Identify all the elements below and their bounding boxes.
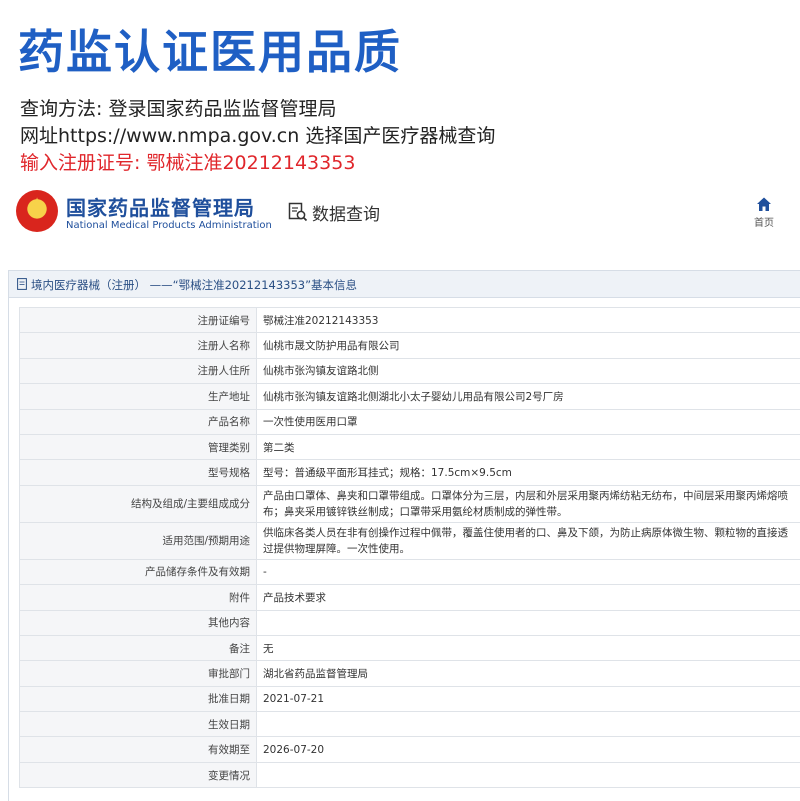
table-row: 产品名称一次性使用医用口罩 xyxy=(20,409,800,434)
table-row: 其他内容 xyxy=(20,610,800,635)
national-emblem-icon xyxy=(16,190,58,232)
field-value: 产品由口罩体、鼻夹和口罩带组成。口罩体分为三层，内层和外层采用聚丙烯纺粘无纺布，… xyxy=(257,485,800,522)
field-label: 生效日期 xyxy=(20,712,257,737)
field-label: 有效期至 xyxy=(20,737,257,762)
field-value xyxy=(257,610,800,635)
table-row: 注册证编号鄂械注准20212143353 xyxy=(20,308,800,333)
table-row: 备注无 xyxy=(20,635,800,660)
table-row: 变更情况 xyxy=(20,762,800,787)
registration-detail-table: 注册证编号鄂械注准20212143353 注册人名称仙桃市晟文防护用品有限公司 … xyxy=(19,307,800,788)
table-row: 注册人住所仙桃市张沟镇友谊路北侧 xyxy=(20,358,800,383)
table-row: 生效日期 xyxy=(20,712,800,737)
field-label: 批准日期 xyxy=(20,686,257,711)
table-row: 适用范围/预期用途供临床各类人员在非有创操作过程中佩带，覆盖住使用者的口、鼻及下… xyxy=(20,522,800,559)
field-value xyxy=(257,762,800,787)
search-document-icon xyxy=(288,202,308,222)
field-label: 备注 xyxy=(20,635,257,660)
data-query-label: 数据查询 xyxy=(312,200,380,225)
field-value: 2021-07-21 xyxy=(257,686,800,711)
agency-name-cn[interactable]: 国家药品监督管理局 xyxy=(66,192,255,221)
field-label: 附件 xyxy=(20,585,257,610)
field-value: - xyxy=(257,559,800,584)
field-value: 第二类 xyxy=(257,434,800,459)
field-value: 无 xyxy=(257,635,800,660)
field-value: 型号：普通级平面形耳挂式；规格：17.5cm×9.5cm xyxy=(257,460,800,485)
section-header: 境内医疗器械（注册） ——“鄂械注准20212143353”基本信息 xyxy=(9,271,800,298)
page-title: 药监认证医用品质 xyxy=(18,22,402,82)
table-row: 结构及组成/主要组成成分产品由口罩体、鼻夹和口罩带组成。口罩体分为三层，内层和外… xyxy=(20,485,800,522)
table-row: 型号规格型号：普通级平面形耳挂式；规格：17.5cm×9.5cm xyxy=(20,460,800,485)
field-label: 型号规格 xyxy=(20,460,257,485)
field-label: 适用范围/预期用途 xyxy=(20,522,257,559)
home-link[interactable]: 首页 xyxy=(744,196,784,229)
table-row: 产品储存条件及有效期- xyxy=(20,559,800,584)
field-label: 其他内容 xyxy=(20,610,257,635)
table-row: 审批部门湖北省药品监督管理局 xyxy=(20,661,800,686)
field-value: 湖北省药品监督管理局 xyxy=(257,661,800,686)
field-value: 仙桃市张沟镇友谊路北侧 xyxy=(257,358,800,383)
field-value xyxy=(257,712,800,737)
field-label: 注册人名称 xyxy=(20,333,257,358)
field-value: 供临床各类人员在非有创操作过程中佩带，覆盖住使用者的口、鼻及下颌，为防止病原体微… xyxy=(257,522,800,559)
field-value: 仙桃市晟文防护用品有限公司 xyxy=(257,333,800,358)
field-label: 管理类别 xyxy=(20,434,257,459)
table-row: 批准日期2021-07-21 xyxy=(20,686,800,711)
registration-number-line: 输入注册证号: 鄂械注准20212143353 xyxy=(20,150,355,176)
field-label: 结构及组成/主要组成成分 xyxy=(20,485,257,522)
query-method-line: 查询方法: 登录国家药品监监督管理局 xyxy=(20,96,336,122)
table-row: 生产地址仙桃市张沟镇友谊路北侧湖北小太子婴幼儿用品有限公司2号厂房 xyxy=(20,384,800,409)
website-line: 网址https://www.nmpa.gov.cn 选择国产医疗器械查询 xyxy=(20,123,495,149)
home-icon xyxy=(756,196,772,212)
field-value: 一次性使用医用口罩 xyxy=(257,409,800,434)
field-value: 2026-07-20 xyxy=(257,737,800,762)
field-value: 仙桃市张沟镇友谊路北侧湖北小太子婴幼儿用品有限公司2号厂房 xyxy=(257,384,800,409)
field-value: 产品技术要求 xyxy=(257,585,800,610)
section-title: 境内医疗器械（注册） ——“鄂械注准20212143353”基本信息 xyxy=(31,277,357,293)
agency-name-en: National Medical Products Administration xyxy=(66,220,272,231)
agency-header: 国家药品监督管理局 National Medical Products Admi… xyxy=(0,184,800,250)
table-row: 有效期至2026-07-20 xyxy=(20,737,800,762)
table-row: 附件产品技术要求 xyxy=(20,585,800,610)
field-label: 注册证编号 xyxy=(20,308,257,333)
field-label: 变更情况 xyxy=(20,762,257,787)
table-row: 注册人名称仙桃市晟文防护用品有限公司 xyxy=(20,333,800,358)
field-label: 产品储存条件及有效期 xyxy=(20,559,257,584)
field-value: 鄂械注准20212143353 xyxy=(257,308,800,333)
document-icon xyxy=(17,278,27,290)
field-label: 审批部门 xyxy=(20,661,257,686)
field-label: 生产地址 xyxy=(20,384,257,409)
table-row: 管理类别第二类 xyxy=(20,434,800,459)
registration-detail-section: 境内医疗器械（注册） ——“鄂械注准20212143353”基本信息 注册证编号… xyxy=(8,270,800,801)
home-label: 首页 xyxy=(744,214,784,229)
field-label: 注册人住所 xyxy=(20,358,257,383)
field-label: 产品名称 xyxy=(20,409,257,434)
